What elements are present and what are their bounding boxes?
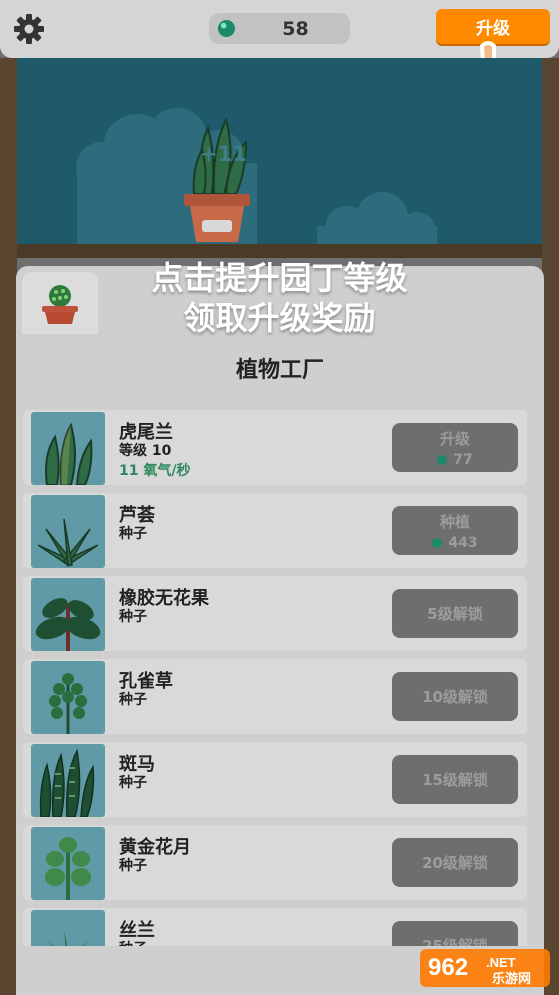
plant-level: 种子 — [119, 692, 147, 708]
locked-button[interactable]: 25级解锁 — [392, 921, 518, 946]
plant-level: 种子 — [119, 526, 147, 542]
plant-thumbnail — [31, 910, 105, 946]
plant-level: 种子 — [119, 609, 147, 625]
gem-count: 58 — [282, 18, 309, 40]
tutorial-line-2: 领取升级奖励 — [183, 299, 376, 337]
locked-button[interactable]: 10级解锁 — [392, 672, 518, 721]
clouds-background — [76, 108, 437, 244]
upgrade-button[interactable]: 升级 — [436, 9, 550, 44]
tutorial-headline: 点击提升园丁等级 领取升级奖励 — [0, 258, 559, 338]
button-cost: 443 — [448, 535, 478, 551]
plant-row: 丝兰 种子 25级解锁 — [23, 908, 527, 946]
plant-oxygen-rate: 11 氧气/秒 — [119, 463, 191, 479]
plant-row: 芦荟 种子 种植 443 — [23, 493, 527, 568]
plant-seed-button[interactable]: 种植 443 — [392, 506, 518, 555]
shelf-frame-right — [542, 58, 559, 995]
shelf-frame-left — [0, 58, 17, 995]
plant-thumbnail — [31, 412, 105, 485]
upgrade-plant-button[interactable]: 升级 77 — [392, 423, 518, 472]
watermark-suffix: .NET — [486, 955, 516, 970]
plant-row: 斑马 种子 15级解锁 — [23, 742, 527, 817]
plant-thumbnail — [31, 744, 105, 817]
gear-icon[interactable] — [12, 12, 46, 46]
plant-level: 等级 10 — [119, 443, 172, 459]
plant-thumbnail — [31, 495, 105, 568]
gem-icon — [437, 455, 448, 465]
button-cost: 77 — [453, 452, 473, 468]
watermark-number: 962 — [428, 954, 468, 981]
plant-thumbnail — [31, 578, 105, 651]
plant-factory-panel: 植物工厂 虎尾兰 等级 10 11 氧气/秒 升级 77 芦荟 种子 种植 44… — [16, 266, 544, 995]
plant-row: 黄金花月 种子 20级解锁 — [23, 825, 527, 900]
gem-icon — [217, 19, 236, 38]
gem-icon — [432, 538, 443, 548]
plant-row: 虎尾兰 等级 10 11 氧气/秒 升级 77 — [23, 410, 527, 485]
button-label: 升级 — [439, 430, 470, 448]
locked-button[interactable]: 5级解锁 — [392, 589, 518, 638]
panel-title: 植物工厂 — [235, 358, 324, 383]
tutorial-line-1: 点击提升园丁等级 — [151, 259, 408, 297]
locked-button[interactable]: 20级解锁 — [392, 838, 518, 887]
oxygen-counter: 58 — [209, 13, 350, 44]
button-label: 种植 — [439, 513, 470, 531]
oxygen-bonus-text: +11 — [200, 142, 247, 166]
plant-thumbnail — [31, 661, 105, 734]
shelf-board — [17, 244, 542, 258]
watermark-caption: 乐游网 — [492, 971, 531, 987]
plant-level: 种子 — [119, 775, 147, 791]
locked-button[interactable]: 15级解锁 — [392, 755, 518, 804]
garden-scene: +11 — [17, 58, 542, 244]
plant-level: 种子 — [119, 938, 147, 946]
plant-row: 橡胶无花果 种子 5级解锁 — [23, 576, 527, 651]
potted-plant — [184, 117, 250, 242]
plant-row: 孔雀草 种子 10级解锁 — [23, 659, 527, 734]
plant-list[interactable]: 虎尾兰 等级 10 11 氧气/秒 升级 77 芦荟 种子 种植 443 橡胶无… — [23, 398, 536, 946]
watermark-logo: 962 .NET 乐游网 — [420, 945, 554, 989]
plant-level: 种子 — [119, 858, 147, 874]
plant-thumbnail — [31, 827, 105, 900]
